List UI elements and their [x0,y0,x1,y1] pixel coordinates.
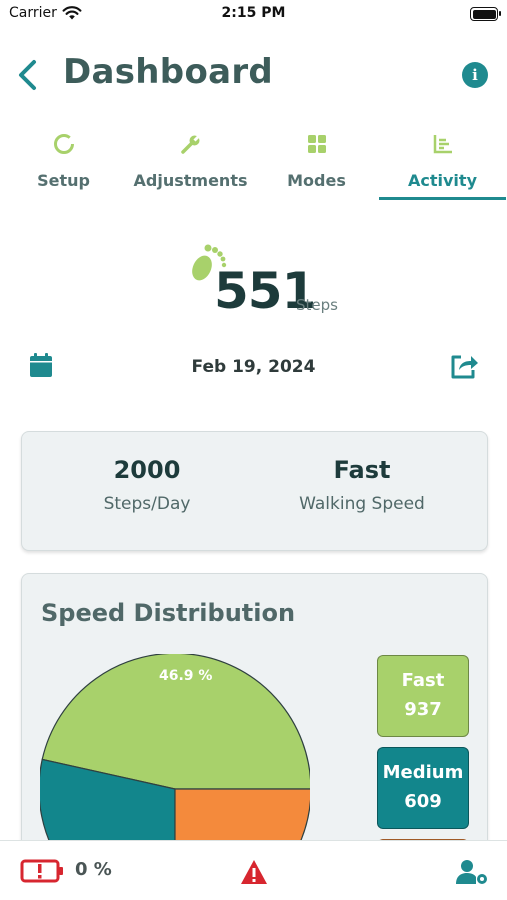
wrench-icon [180,134,200,154]
tab-label: Modes [287,171,346,190]
pie-percent-label: 46.9 % [159,668,213,684]
tab-label: Activity [408,171,477,190]
legend-fast: Fast 937 [377,655,469,737]
tab-setup[interactable]: Setup [0,124,127,202]
walking-speed-value: Fast [333,456,391,484]
tab-label: Setup [37,171,90,190]
steps-per-day-goal: 2000 Steps/Day [32,456,262,514]
tab-modes[interactable]: Modes [254,124,379,202]
low-battery-icon[interactable] [20,859,64,883]
tab-adjustments[interactable]: Adjustments [127,124,254,202]
walking-speed-goal: Fast Walking Speed [247,456,477,514]
status-bar: Carrier 2:15 PM [0,0,507,30]
active-tab-indicator [379,197,506,200]
steps-unit: Steps [296,296,338,314]
tab-activity[interactable]: Activity [379,124,506,202]
user-settings-icon[interactable] [455,858,489,886]
legend-label: Fast [401,670,445,691]
walking-speed-label: Walking Speed [299,494,425,514]
legend-value: 609 [404,791,442,812]
battery-percent: 0 % [75,859,112,880]
warning-icon[interactable] [240,859,268,885]
page-title: Dashboard [63,52,274,92]
back-chevron-icon[interactable] [14,58,42,92]
steps-per-day-label: Steps/Day [103,494,191,514]
chart-title: Speed Distribution [41,599,296,627]
ring-icon [53,134,74,154]
legend-label: Medium [382,762,464,783]
grid-icon [307,135,326,153]
info-icon[interactable]: i [462,62,488,88]
activity-goals-card: 2000 Steps/Day Fast Walking Speed [21,431,488,551]
selected-date[interactable]: Feb 19, 2024 [0,357,507,377]
steps-per-day-value: 2000 [113,456,181,484]
status-time: 2:15 PM [221,5,286,21]
chart-icon [433,135,452,154]
legend-value: 937 [404,699,442,720]
device-battery-icon [470,7,501,21]
legend-medium: Medium 609 [377,747,469,829]
bottom-bar: 0 % [0,840,507,900]
share-icon[interactable] [449,352,479,380]
tab-label: Adjustments [133,171,248,190]
